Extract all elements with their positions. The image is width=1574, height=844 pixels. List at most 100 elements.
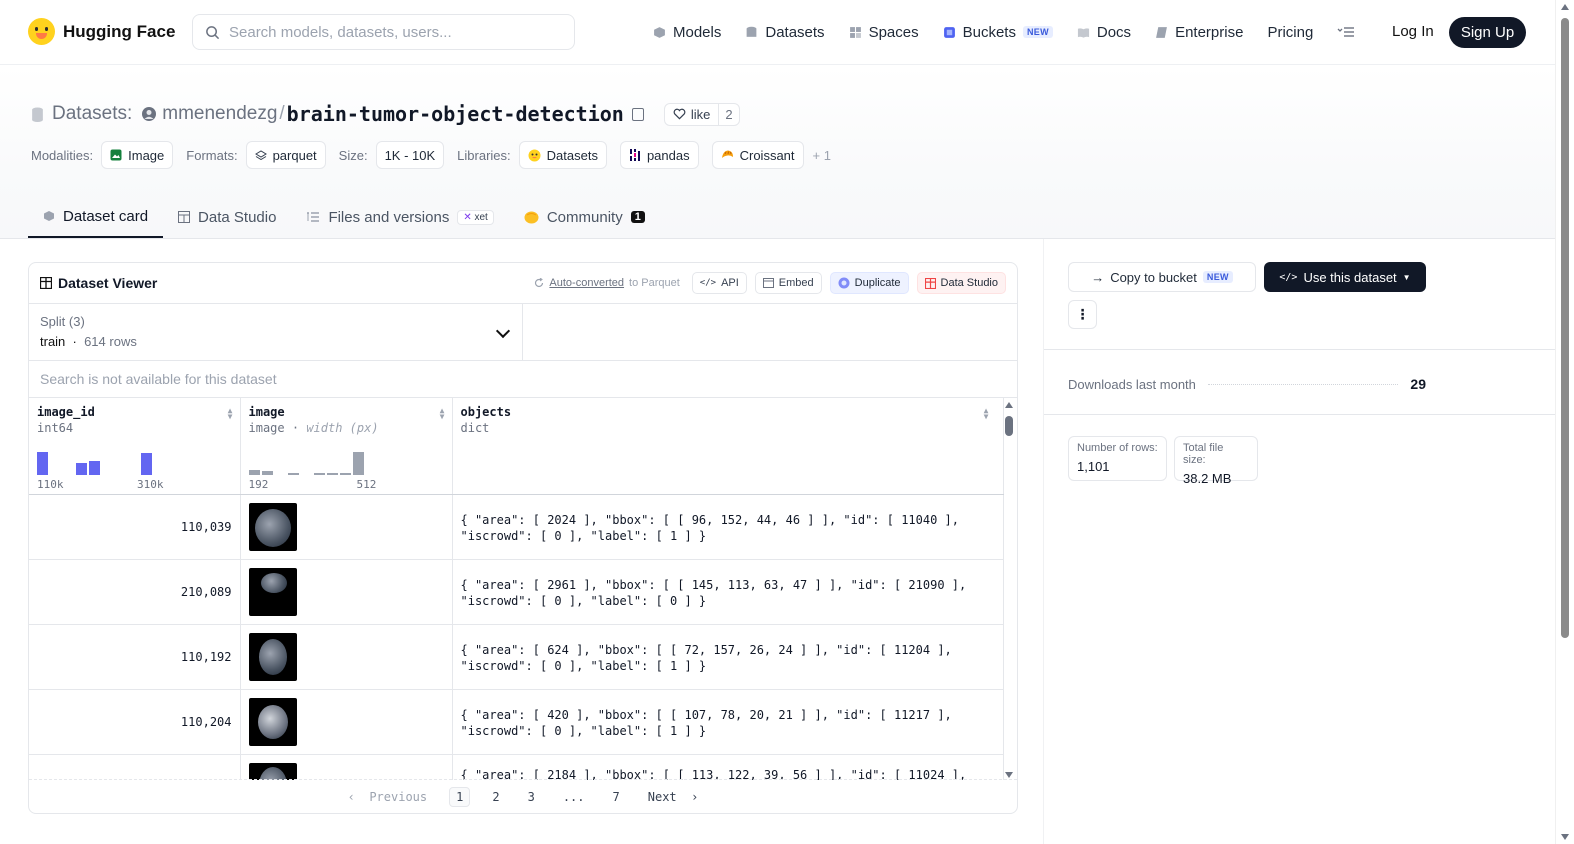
table-row[interactable]: 110,204 { "area": [ 420 ], "bbox": [ [ 1…	[29, 689, 1004, 755]
copy-to-bucket-button[interactable]: → Copy to bucket NEW	[1068, 262, 1256, 292]
histogram-bar[interactable]	[76, 462, 87, 475]
kebab-icon: ⋮	[1075, 306, 1090, 322]
api-button[interactable]: </> API	[691, 272, 747, 294]
brain-scan-thumbnail[interactable]	[248, 502, 297, 551]
table-row[interactable]: 110,039 { "area": [ 2024 ], "bbox": [ [ …	[29, 494, 1004, 560]
tab-community[interactable]: Community 1	[509, 196, 660, 238]
scroll-up-icon[interactable]	[1561, 4, 1569, 10]
cell-image[interactable]	[240, 559, 453, 625]
nav-spaces[interactable]: Spaces	[849, 20, 919, 44]
viewer-title: Dataset Viewer	[40, 275, 157, 291]
table-row[interactable]: 210,089 { "area": [ 2961 ], "bbox": [ [ …	[29, 559, 1004, 625]
viewer-title-label: Dataset Viewer	[58, 275, 158, 291]
column-header-image[interactable]: image image · width (px) ▲ ▼ 192 512	[240, 398, 453, 495]
nav-datasets[interactable]: Datasets	[745, 20, 825, 44]
data-studio-button[interactable]: Data Studio	[916, 272, 1006, 294]
cell-image[interactable]	[240, 689, 453, 755]
page-button[interactable]: 2	[486, 788, 505, 806]
copy-icon[interactable]	[631, 107, 644, 121]
histogram-bar[interactable]	[352, 451, 364, 475]
sort-icon[interactable]: ▲ ▼	[440, 407, 445, 421]
table-icon	[178, 211, 191, 223]
cell-image[interactable]	[240, 494, 453, 560]
use-dataset-label: Use this dataset	[1303, 269, 1397, 285]
next-page-button[interactable]: Next ›	[642, 788, 705, 806]
tag-size[interactable]: 1K - 10K	[375, 141, 445, 169]
file-size-value: 38.2 MB	[1183, 471, 1232, 486]
histogram-bar[interactable]	[326, 472, 338, 475]
tag-modality-image[interactable]: Image	[101, 141, 174, 169]
tag-library-croissant[interactable]: Croissant	[711, 141, 804, 169]
page-scrollbar[interactable]	[1555, 0, 1574, 844]
histogram-min-label: 192	[248, 477, 269, 491]
page-button[interactable]: 3	[522, 788, 541, 806]
histogram-bar[interactable]	[313, 472, 325, 475]
scrollbar-thumb[interactable]	[1561, 18, 1569, 638]
auto-converted-link[interactable]: Auto-converted	[549, 277, 624, 289]
histogram	[248, 447, 441, 475]
tab-files-and-versions[interactable]: Files and versions ✕ xet	[291, 196, 508, 238]
scroll-down-icon[interactable]	[1561, 834, 1569, 840]
page-button[interactable]: 7	[607, 788, 626, 806]
column-header-image-id[interactable]: image_id int64 ▲ ▼ 110k 310k	[29, 398, 241, 495]
duplicate-button[interactable]: Duplicate	[829, 272, 909, 294]
sort-icon[interactable]: ▲ ▼	[984, 407, 989, 421]
nav-more-menu[interactable]	[1337, 20, 1355, 44]
enterprise-icon	[1156, 26, 1167, 38]
histogram-bar[interactable]	[261, 470, 273, 475]
tab-dataset-card[interactable]: Dataset card	[28, 196, 164, 238]
scroll-down-icon[interactable]	[1005, 772, 1013, 778]
nav-models[interactable]: Models	[653, 20, 721, 44]
cell-image[interactable]	[240, 754, 453, 780]
nav-buckets[interactable]: Buckets NEW	[943, 20, 1053, 44]
login-link[interactable]: Log In	[1392, 23, 1434, 40]
tag-format-parquet[interactable]: parquet	[245, 141, 326, 169]
brain-scan-thumbnail[interactable]	[248, 762, 297, 780]
brand-link[interactable]: Hugging Face	[28, 18, 175, 45]
rows-stat: Number of rows: 1,101	[1068, 436, 1167, 481]
like-button[interactable]: like 2	[663, 102, 740, 126]
table-row[interactable]: { "area": [ 2184 ], "bbox": [ [ 113, 122…	[29, 754, 1004, 780]
more-options-button[interactable]: ⋮	[1068, 300, 1097, 329]
split-selector[interactable]: Split (3) train · 614 rows	[29, 304, 523, 360]
formats-label: Formats:	[186, 147, 238, 163]
dotted-leader	[1207, 383, 1399, 385]
brain-scan-thumbnail[interactable]	[248, 567, 297, 616]
signup-button[interactable]: Sign Up	[1449, 17, 1526, 48]
histogram-bar[interactable]	[287, 472, 299, 475]
global-search[interactable]	[192, 14, 575, 50]
table-scrollbar[interactable]	[1003, 398, 1015, 780]
histogram-bar[interactable]	[248, 469, 260, 475]
repo-name-link[interactable]: brain-tumor-object-detection	[287, 102, 624, 126]
nav-enterprise[interactable]: Enterprise	[1155, 20, 1243, 44]
embed-button[interactable]: Embed	[754, 272, 822, 294]
more-libraries-link[interactable]: + 1	[813, 148, 831, 163]
nav-docs[interactable]: Docs	[1077, 20, 1131, 44]
sort-icon[interactable]: ▲ ▼	[228, 407, 233, 421]
brain-scan-thumbnail[interactable]	[248, 697, 297, 746]
dataset-icon	[32, 107, 43, 122]
search-input[interactable]	[229, 23, 549, 41]
nav-pricing[interactable]: Pricing	[1267, 20, 1313, 44]
scroll-up-icon[interactable]	[1005, 402, 1013, 408]
duplicate-icon	[838, 277, 850, 289]
repo-owner-link[interactable]: mmenendezg	[162, 103, 277, 125]
cell-image-id: 210,089	[29, 559, 241, 625]
histogram-bar[interactable]	[141, 452, 152, 475]
tab-data-studio[interactable]: Data Studio	[163, 196, 291, 238]
use-this-dataset-button[interactable]: </> Use this dataset ▼	[1264, 262, 1426, 292]
column-header-objects[interactable]: objects dict ▲ ▼	[452, 398, 1004, 495]
histogram-bar[interactable]	[89, 460, 100, 475]
previous-page-button[interactable]: ‹ Previous	[342, 788, 433, 806]
repo-title: Datasets: mmenendezg / brain-tumor-objec…	[31, 102, 740, 126]
histogram-bar[interactable]	[339, 472, 351, 475]
cell-image[interactable]	[240, 624, 453, 690]
tag-library-pandas[interactable]: pandas	[619, 141, 699, 169]
brain-scan-thumbnail[interactable]	[248, 632, 297, 681]
page-button[interactable]: 1	[449, 786, 471, 807]
table-row[interactable]: 110,192 { "area": [ 624 ], "bbox": [ [ 7…	[29, 624, 1004, 690]
histogram-bar[interactable]	[37, 451, 48, 475]
scrollbar-thumb[interactable]	[1005, 416, 1013, 436]
code-icon: </>	[699, 278, 717, 288]
tag-library-datasets[interactable]: Datasets	[518, 141, 607, 169]
